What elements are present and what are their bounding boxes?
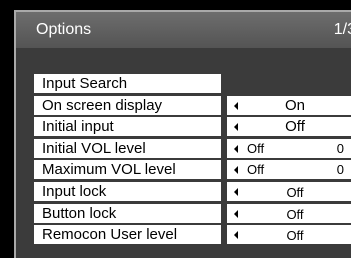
- row-label: Input Search: [42, 75, 128, 92]
- menu-row-maximum-vol-level[interactable]: Maximum VOL level Off 0: [34, 160, 351, 179]
- row-label-box[interactable]: On screen display: [34, 96, 221, 115]
- menu-row-input-search[interactable]: Input Search: [34, 74, 351, 93]
- menu-row-button-lock[interactable]: Button lock Off: [34, 204, 351, 223]
- row-label-box[interactable]: Button lock: [34, 204, 221, 223]
- options-screen: Options 1/3 Input Search On screen displ…: [0, 0, 351, 258]
- row-value: Off: [285, 118, 305, 135]
- title-bar: Options 1/3: [16, 12, 351, 48]
- row-value-state: Off: [247, 162, 265, 177]
- row-label: Maximum VOL level: [42, 161, 176, 178]
- row-value-level: 0: [336, 141, 344, 156]
- row-label-box[interactable]: Input Search: [34, 74, 221, 93]
- row-value: On: [284, 97, 305, 114]
- menu-row-initial-vol-level[interactable]: Initial VOL level Off 0: [34, 139, 351, 158]
- page-indicator: 1/3: [333, 21, 351, 38]
- options-menu-panel: Options 1/3 Input Search On screen displ…: [14, 10, 351, 258]
- row-label: Input lock: [42, 183, 107, 200]
- left-arrow-icon[interactable]: [234, 145, 238, 153]
- row-label: Initial input: [42, 118, 114, 135]
- menu-title: Options: [36, 21, 92, 38]
- row-value: Off: [286, 185, 304, 200]
- row-label-box[interactable]: Remocon User level: [34, 225, 221, 244]
- row-value-level: 0: [336, 162, 344, 177]
- row-value-selector[interactable]: Off: [227, 182, 351, 201]
- menu-row-remocon-user-level[interactable]: Remocon User level Off: [34, 225, 351, 244]
- left-arrow-icon[interactable]: [234, 166, 238, 174]
- menu-row-on-screen-display[interactable]: On screen display On: [34, 96, 351, 115]
- row-value-state: Off: [247, 141, 265, 156]
- row-value-selector[interactable]: Off: [227, 117, 351, 136]
- row-label: Remocon User level: [42, 226, 178, 243]
- menu-row-initial-input[interactable]: Initial input Off: [34, 117, 351, 136]
- row-label: On screen display: [42, 97, 163, 114]
- row-label-box[interactable]: Maximum VOL level: [34, 160, 221, 179]
- row-label-box[interactable]: Initial input: [34, 117, 221, 136]
- row-value: Off: [286, 228, 304, 243]
- row-label: Button lock: [42, 205, 117, 222]
- row-value-selector[interactable]: Off 0: [227, 139, 351, 158]
- row-value-selector[interactable]: Off 0: [227, 160, 351, 179]
- row-value-selector[interactable]: Off: [227, 225, 351, 244]
- row-label-box[interactable]: Input lock: [34, 182, 221, 201]
- row-value-selector[interactable]: On: [227, 96, 351, 115]
- menu-row-input-lock[interactable]: Input lock Off: [34, 182, 351, 201]
- row-value-selector[interactable]: Off: [227, 204, 351, 223]
- row-label: Initial VOL level: [42, 140, 146, 157]
- row-value: Off: [286, 207, 304, 222]
- row-label-box[interactable]: Initial VOL level: [34, 139, 221, 158]
